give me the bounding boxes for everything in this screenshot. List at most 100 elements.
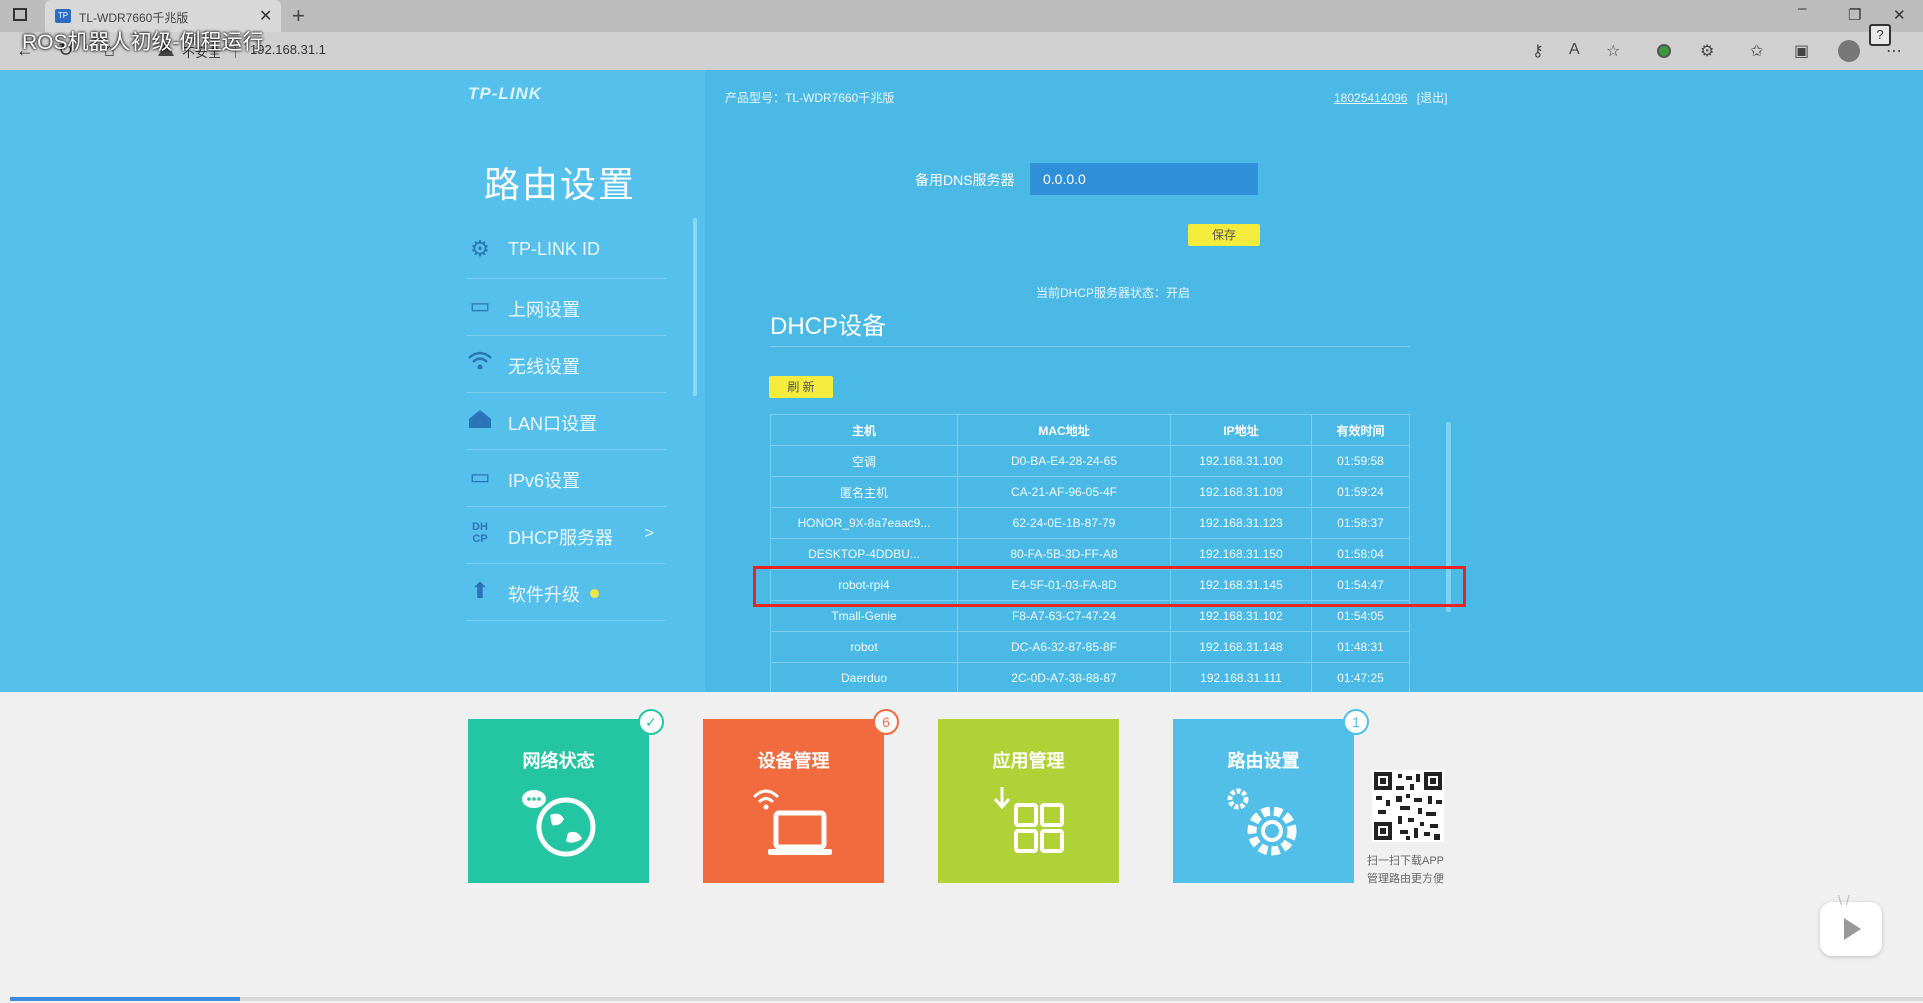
column-header-host: 主机	[770, 414, 958, 446]
qr-code	[1372, 770, 1444, 842]
cell-ip: 192.168.31.109	[1170, 476, 1312, 508]
tp-link-logo: TP-LINK	[468, 84, 543, 103]
read-aloud-icon[interactable]: A	[1569, 41, 1580, 59]
key-icon[interactable]: ⚷	[1532, 41, 1544, 61]
upload-icon: ⬆	[470, 578, 490, 603]
column-header-mac: MAC地址	[957, 414, 1171, 446]
table-row[interactable]: robot DC-A6-32-87-85-8F 192.168.31.148 0…	[770, 631, 1410, 663]
cell-ip: 192.168.31.123	[1170, 507, 1312, 539]
sidebar-item-ipv6[interactable]: ▭ IPv6设置	[466, 450, 666, 507]
cell-host: 空调	[770, 445, 958, 477]
count-badge: 6	[873, 709, 899, 735]
globe-icon	[521, 790, 595, 857]
sidebar-item-label: DHCP服务器	[508, 528, 614, 548]
cell-mac: DC-A6-32-87-85-8F	[957, 631, 1171, 663]
sidebar-item-label: 软件升级	[508, 585, 580, 605]
tile-router-settings[interactable]: 路由设置 1	[1173, 709, 1369, 883]
cell-mac: 2C-0D-A7-38-88-87	[957, 662, 1171, 692]
new-tab-button[interactable]: +	[292, 3, 305, 29]
add-favorite-icon[interactable]: ☆	[1606, 41, 1620, 61]
minimize-icon[interactable]: –	[1798, 0, 1806, 17]
gear-icon: ⚙	[470, 236, 490, 261]
sidebar-item-internet[interactable]: ▭ 上网设置	[466, 279, 666, 336]
save-button[interactable]: 保存	[1188, 224, 1260, 246]
cell-host: robot	[770, 631, 958, 663]
account-link[interactable]: 18025414096	[1334, 91, 1407, 105]
extensions-icon[interactable]: ⚙	[1700, 41, 1714, 61]
table-row[interactable]: HONOR_9X-8a7eaac9... 62-24-0E-1B-87-79 1…	[770, 507, 1410, 539]
sidebar-item-lan[interactable]: LAN口设置	[466, 393, 666, 450]
collections-icon[interactable]: ▣	[1794, 41, 1809, 61]
table-row[interactable]: DESKTOP-4DDBU... 80-FA-5B-3D-FF-A8 192.1…	[770, 538, 1410, 570]
sidebar-menu: ⚙ TP-LINK ID ▭ 上网设置 无线设置 LAN口设置 ▭ IPv6设置…	[466, 222, 666, 621]
sidebar-item-label: 无线设置	[508, 357, 580, 377]
profile-avatar-icon[interactable]	[1838, 40, 1860, 62]
dhcp-title: DHCP设备	[770, 313, 887, 340]
dhcp-status: 当前DHCP服务器状态：开启	[1036, 286, 1191, 300]
video-progress-fill	[10, 997, 240, 1001]
video-progress-bar[interactable]	[10, 997, 1923, 1001]
tab-close-icon[interactable]: ✕	[259, 6, 272, 26]
tile-app-management[interactable]: 应用管理	[938, 719, 1119, 883]
table-row[interactable]: 匿名主机 CA-21-AF-96-05-4F 192.168.31.109 01…	[770, 476, 1410, 508]
column-header-lease: 有效时间	[1311, 414, 1410, 446]
extension-status-icon[interactable]	[1657, 44, 1671, 58]
play-icon	[1844, 918, 1861, 940]
house-icon	[466, 407, 494, 433]
tile-label: 应用管理	[992, 751, 1065, 771]
cell-host: Daerduo	[770, 662, 958, 692]
cell-ip: 192.168.31.111	[1170, 662, 1312, 692]
cell-mac: D0-BA-E4-28-24-65	[957, 445, 1171, 477]
chevron-right-icon: >	[644, 525, 654, 542]
sidebar-item-label: LAN口设置	[508, 414, 598, 434]
tab-title: TL-WDR7660千兆版	[79, 11, 189, 25]
sidebar-item-tplink-id[interactable]: ⚙ TP-LINK ID	[466, 222, 666, 279]
table-row[interactable]: 空调 D0-BA-E4-28-24-65 192.168.31.100 01:5…	[770, 445, 1410, 477]
video-play-button[interactable]: \ /	[1820, 892, 1882, 956]
tile-label: 设备管理	[757, 751, 830, 771]
column-header-ip: IP地址	[1170, 414, 1312, 446]
check-badge-icon: ✓	[638, 709, 664, 735]
product-model: 产品型号：TL-WDR7660千兆版	[725, 91, 895, 105]
sidebar-item-upgrade[interactable]: ⬆ 软件升级	[466, 564, 666, 621]
browser-address-bar: ← ↻ ⌂ 不安全 192.168.31.1 ⚷ A ☆ ⚙ ✩ ▣ ⋯	[0, 32, 1923, 70]
tile-device-management[interactable]: 设备管理 6	[703, 709, 899, 883]
window-menu-icon[interactable]	[13, 8, 27, 21]
section-title: 路由设置	[484, 164, 637, 205]
help-icon[interactable]: ?	[1869, 24, 1891, 46]
sidebar-item-wireless[interactable]: 无线设置	[466, 336, 666, 393]
tp-link-favicon-icon: TP	[55, 9, 71, 23]
sidebar-scrollbar[interactable]	[693, 218, 697, 396]
highlight-annotation-box	[753, 566, 1466, 607]
count-badge: 1	[1343, 709, 1369, 735]
cell-lease: 01:48:31	[1311, 631, 1410, 663]
cell-mac: 80-FA-5B-3D-FF-A8	[957, 538, 1171, 570]
close-window-icon[interactable]: ✕	[1893, 6, 1906, 24]
cell-lease: 01:47:25	[1311, 662, 1410, 692]
cell-lease: 01:58:04	[1311, 538, 1410, 570]
sidebar-item-label: IPv6设置	[508, 471, 581, 491]
refresh-button[interactable]: 刷 新	[769, 376, 833, 398]
restore-icon[interactable]: ❐	[1848, 6, 1861, 24]
table-row[interactable]: Daerduo 2C-0D-A7-38-88-87 192.168.31.111…	[770, 662, 1410, 692]
wifi-icon	[466, 350, 494, 376]
favorites-icon[interactable]: ✩	[1750, 41, 1763, 61]
cell-host: 匿名主机	[770, 476, 958, 508]
video-overlay-title: ROS机器人初级-例程运行	[22, 31, 264, 54]
dns-input[interactable]	[1030, 163, 1258, 195]
sidebar-item-label: TP-LINK ID	[508, 239, 601, 259]
apps-grid-icon	[993, 787, 1064, 853]
dhcp-device-table: 主机 MAC地址 IP地址 有效时间 空调 D0-BA-E4-28-24-65 …	[770, 414, 1410, 692]
laptop-icon	[752, 789, 832, 855]
dhcp-icon: DH CP	[472, 521, 488, 545]
cell-lease: 01:59:58	[1311, 445, 1410, 477]
table-header-row: 主机 MAC地址 IP地址 有效时间	[770, 414, 1410, 446]
tile-network-status[interactable]: 网络状态 ✓	[468, 709, 664, 883]
cell-mac: CA-21-AF-96-05-4F	[957, 476, 1171, 508]
account-area: 18025414096 [退出]	[1334, 89, 1447, 106]
cell-lease: 01:59:24	[1311, 476, 1410, 508]
logout-link[interactable]: [退出]	[1417, 91, 1448, 105]
cell-host: DESKTOP-4DDBU...	[770, 538, 958, 570]
gears-icon	[1227, 788, 1296, 856]
sidebar-item-dhcp[interactable]: DH CP DHCP服务器 >	[466, 507, 666, 564]
